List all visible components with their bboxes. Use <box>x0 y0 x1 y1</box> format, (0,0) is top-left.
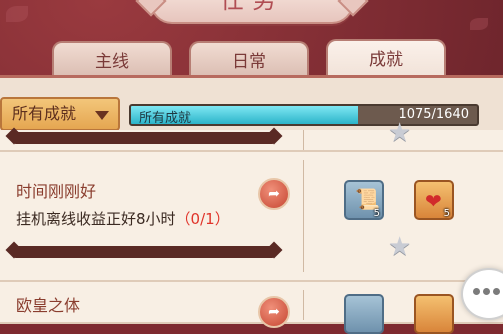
petal-decoration <box>6 6 28 22</box>
heart-medal-icon: ❤ <box>425 189 442 213</box>
tab-daily[interactable]: 日常 <box>189 41 309 75</box>
reward-item[interactable] <box>414 294 454 334</box>
description-text: 挂机离线收益正好8小时 <box>16 210 176 228</box>
reward-item[interactable] <box>344 294 384 334</box>
reward-item[interactable]: 📜 5 <box>344 180 384 220</box>
reward-count: 5 <box>443 208 450 219</box>
tab-main[interactable]: 主线 <box>52 41 172 75</box>
reward-count: 5 <box>373 208 380 219</box>
star-icon: ★ <box>388 118 412 148</box>
reward-item[interactable]: ❤ 5 <box>414 180 454 220</box>
achievement-description: 挂机离线收益正好8小时（0/1） <box>16 208 230 229</box>
achievement-progress-bar: 所有成就 1075/1640 <box>129 104 479 126</box>
dropdown-arrow-icon <box>95 111 109 120</box>
goto-button[interactable]: ➦ <box>258 296 290 328</box>
petal-decoration <box>470 18 488 30</box>
goto-button[interactable]: ➦ <box>258 178 290 210</box>
achievement-progress-track <box>14 132 274 144</box>
row-divider <box>303 160 304 272</box>
star-icon: ★ <box>388 232 412 262</box>
achievement-filter-dropdown[interactable]: 所有成就 <box>0 97 120 131</box>
tab-achievements[interactable]: 成就 <box>326 39 446 77</box>
page-title: 任务 <box>220 0 284 14</box>
achievement-title: 时间刚刚好 <box>16 182 97 201</box>
achievement-progress-text: （0/1） <box>175 210 230 228</box>
row-divider <box>303 290 304 320</box>
progress-label: 所有成就 <box>139 111 192 126</box>
achievement-title: 欧皇之体 <box>16 296 81 315</box>
row-divider <box>303 130 304 150</box>
dropdown-label: 所有成就 <box>12 104 77 123</box>
title-banner: 任务 <box>150 0 354 24</box>
achievement-progress-track <box>14 246 274 258</box>
